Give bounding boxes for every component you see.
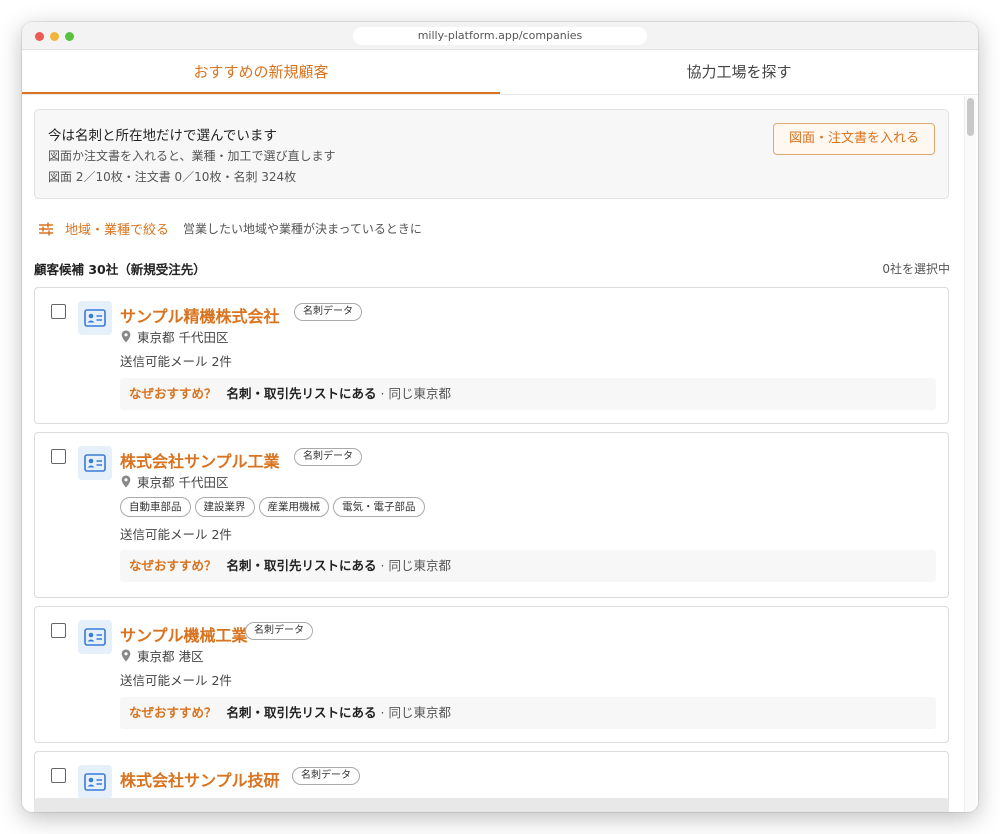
selected-count: 0社を選択中 bbox=[882, 262, 950, 276]
select-checkbox[interactable] bbox=[51, 623, 66, 638]
sliders-icon[interactable] bbox=[38, 221, 54, 237]
reason-main: 名刺・取引先リストにある bbox=[226, 705, 377, 720]
company-location: 東京都 千代田区 bbox=[121, 327, 228, 346]
candidate-list-heading: 顧客候補 30社（新規受注先） bbox=[34, 262, 206, 277]
industry-tags: 自動車部品 建設業界 産業用機械 電気・電子部品 bbox=[120, 497, 425, 517]
industry-tag: 建設業界 bbox=[194, 497, 255, 517]
tab-bar: おすすめの新規顧客 協力工場を探す bbox=[22, 50, 978, 95]
industry-tag: 自動車部品 bbox=[120, 497, 191, 517]
sendable-mail-count: 送信可能メール 2件 bbox=[120, 527, 232, 542]
location-text: 東京都 千代田区 bbox=[137, 330, 229, 345]
sendable-mail-count: 送信可能メール 2件 bbox=[120, 673, 232, 688]
selection-notice: 今は名刺と所在地だけで選んでいます 図面か注文書を入れると、業種・加工で選び直し… bbox=[34, 109, 949, 199]
scrollbar-thumb[interactable] bbox=[967, 98, 974, 136]
source-badge: 名刺データ bbox=[292, 767, 360, 785]
location-pin-icon bbox=[121, 330, 131, 343]
company-location: 東京都 港区 bbox=[121, 646, 203, 665]
recommend-reason: なぜおすすめ？ 名刺・取引先リストにある · 同じ東京都 bbox=[120, 550, 936, 582]
reason-extra: · 同じ東京都 bbox=[380, 705, 451, 720]
upload-documents-button[interactable]: 図面・注文書を入れる bbox=[773, 123, 935, 155]
company-card: 株式会社サンプル工業 名刺データ 東京都 千代田区 自動車部品 建設業界 産業用… bbox=[34, 432, 949, 598]
company-name[interactable]: サンプル機械工業 bbox=[120, 622, 248, 646]
reason-main: 名刺・取引先リストにある bbox=[226, 386, 377, 401]
source-badge: 名刺データ bbox=[245, 622, 313, 640]
reason-extra: · 同じ東京都 bbox=[380, 558, 451, 573]
company-name[interactable]: サンプル精機株式会社 bbox=[120, 303, 280, 327]
location-pin-icon bbox=[121, 649, 131, 662]
recommend-reason: なぜおすすめ？ 名刺・取引先リストにある · 同じ東京都 bbox=[120, 378, 936, 410]
business-card-icon bbox=[78, 765, 112, 799]
vertical-scrollbar[interactable] bbox=[964, 96, 976, 812]
browser-window: milly-platform.app/companies おすすめの新規顧客 協… bbox=[22, 22, 978, 812]
source-badge: 名刺データ bbox=[294, 303, 362, 321]
select-checkbox[interactable] bbox=[51, 304, 66, 319]
filter-by-region-industry-link[interactable]: 地域・業種で絞る bbox=[65, 219, 169, 238]
minimize-window-button[interactable] bbox=[50, 32, 59, 41]
company-location: 東京都 千代田区 bbox=[121, 472, 228, 491]
recommend-reason: なぜおすすめ？ 名刺・取引先リストにある · 同じ東京都 bbox=[120, 697, 936, 729]
tab-find-partner-factories[interactable]: 協力工場を探す bbox=[500, 50, 978, 94]
bottom-action-bar bbox=[34, 798, 949, 812]
business-card-icon bbox=[78, 620, 112, 654]
company-name[interactable]: 株式会社サンプル技研 bbox=[120, 767, 280, 791]
company-name[interactable]: 株式会社サンプル工業 bbox=[120, 448, 280, 472]
reason-question: なぜおすすめ？ bbox=[129, 558, 217, 573]
title-bar: milly-platform.app/companies bbox=[22, 22, 978, 50]
reason-extra: · 同じ東京都 bbox=[380, 386, 451, 401]
filter-hint: 営業したい地域や業種が決まっているときに bbox=[183, 222, 422, 236]
close-window-button[interactable] bbox=[35, 32, 44, 41]
notice-title: 今は名刺と所在地だけで選んでいます bbox=[48, 128, 277, 144]
zoom-window-button[interactable] bbox=[65, 32, 74, 41]
location-text: 東京都 港区 bbox=[137, 649, 204, 664]
industry-tag: 産業用機械 bbox=[258, 497, 329, 517]
address-bar[interactable]: milly-platform.app/companies bbox=[353, 27, 647, 45]
company-card: サンプル精機株式会社 名刺データ 東京都 千代田区 送信可能メール 2件 なぜお… bbox=[34, 287, 949, 424]
filter-row: 地域・業種で絞る 営業したい地域や業種が決まっているときに bbox=[38, 219, 422, 238]
select-checkbox[interactable] bbox=[51, 449, 66, 464]
sendable-mail-count: 送信可能メール 2件 bbox=[120, 354, 232, 369]
tab-recommended-customers[interactable]: おすすめの新規顧客 bbox=[22, 50, 500, 94]
business-card-icon bbox=[78, 301, 112, 335]
industry-tag: 電気・電子部品 bbox=[333, 497, 425, 517]
reason-question: なぜおすすめ？ bbox=[129, 386, 217, 401]
document-counts: 図面 2／10枚・注文書 0／10枚・名刺 324枚 bbox=[48, 170, 297, 184]
company-card: サンプル機械工業 名刺データ 東京都 港区 送信可能メール 2件 なぜおすすめ？… bbox=[34, 606, 949, 743]
reason-question: なぜおすすめ？ bbox=[129, 705, 217, 720]
location-pin-icon bbox=[121, 475, 131, 488]
location-text: 東京都 千代田区 bbox=[137, 475, 229, 490]
main-content: 今は名刺と所在地だけで選んでいます 図面か注文書を入れると、業種・加工で選び直し… bbox=[22, 96, 962, 812]
notice-subtitle: 図面か注文書を入れると、業種・加工で選び直します bbox=[48, 149, 336, 163]
business-card-icon bbox=[78, 446, 112, 480]
select-checkbox[interactable] bbox=[51, 768, 66, 783]
source-badge: 名刺データ bbox=[294, 448, 362, 466]
reason-main: 名刺・取引先リストにある bbox=[226, 558, 377, 573]
